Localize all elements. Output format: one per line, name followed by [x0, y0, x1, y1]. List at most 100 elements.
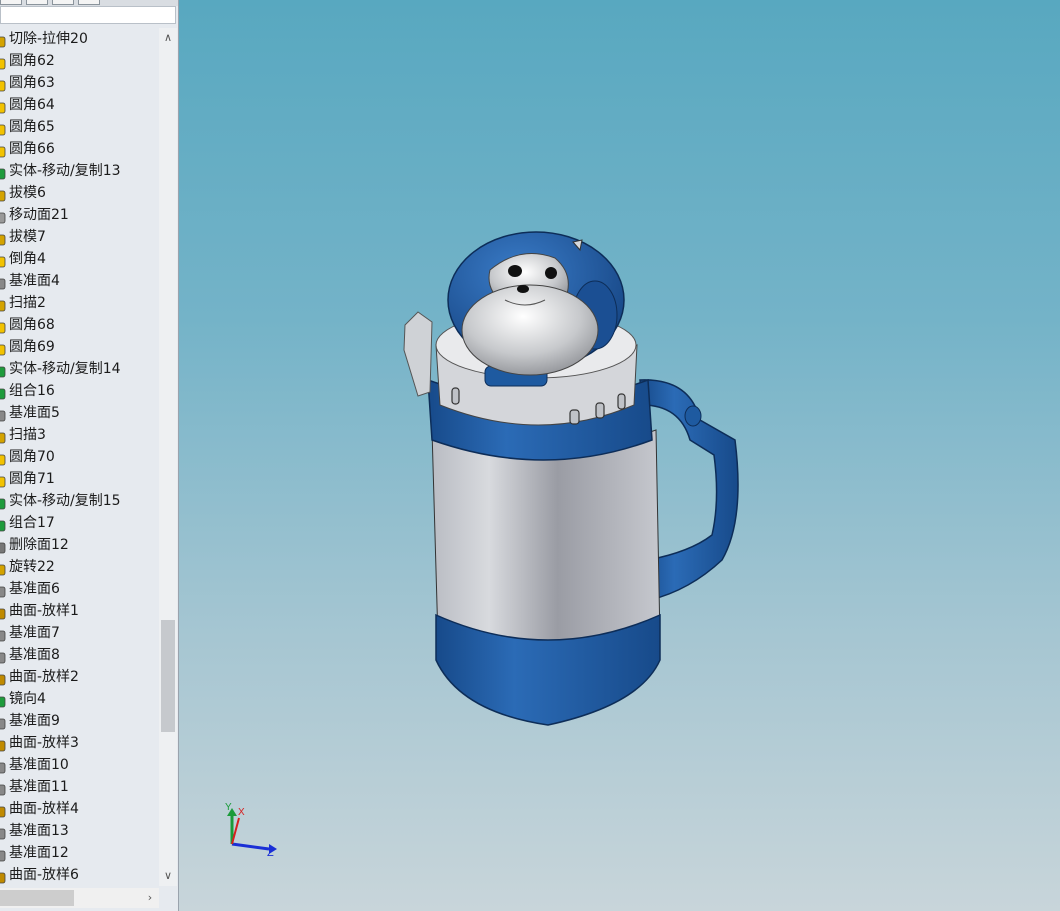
plane-icon — [0, 627, 6, 642]
tree-item[interactable]: 基准面5 — [0, 402, 159, 424]
tree-item[interactable]: 曲面-放样6 — [0, 864, 159, 886]
tree-item[interactable]: 圆角66 — [0, 138, 159, 160]
tree-item-label: 基准面13 — [9, 823, 69, 839]
tree-item[interactable]: 实体-移动/复制13 — [0, 160, 159, 182]
scroll-up-arrow[interactable]: ∧ — [159, 30, 177, 46]
plane-icon — [0, 407, 6, 422]
sweep-icon — [0, 429, 6, 444]
handle-knob — [684, 405, 702, 427]
plane-icon — [0, 583, 6, 598]
display-tab[interactable] — [78, 0, 100, 5]
tree-item[interactable]: 基准面13 — [0, 820, 159, 842]
tree-item-label: 曲面-放样2 — [9, 669, 79, 685]
tree-item[interactable]: 圆角62 — [0, 50, 159, 72]
monkey-eye-left — [508, 265, 522, 277]
graphics-viewport[interactable]: Y X Z — [179, 0, 1060, 911]
tree-item[interactable]: 基准面4 — [0, 270, 159, 292]
combine-icon — [0, 385, 6, 400]
tree-item-label: 拔模6 — [9, 185, 46, 201]
tree-item[interactable]: 实体-移动/复制14 — [0, 358, 159, 380]
tree-item[interactable]: 圆角69 — [0, 336, 159, 358]
tree-item[interactable]: 圆角68 — [0, 314, 159, 336]
tree-item[interactable]: 切除-拉伸20 — [0, 28, 159, 50]
surface-loft-icon — [0, 803, 6, 818]
fillet-icon — [0, 451, 6, 466]
tree-item-label: 圆角64 — [9, 97, 55, 113]
tree-item[interactable]: 实体-移动/复制15 — [0, 490, 159, 512]
tree-item[interactable]: 基准面8 — [0, 644, 159, 666]
tree-item[interactable]: 组合16 — [0, 380, 159, 402]
tree-filter-input[interactable] — [0, 6, 176, 24]
tree-item[interactable]: 镜向4 — [0, 688, 159, 710]
tree-item-label: 实体-移动/复制13 — [9, 163, 121, 179]
property-tab[interactable] — [26, 0, 48, 5]
tree-item[interactable]: 曲面-放样4 — [0, 798, 159, 820]
tree-item[interactable]: 移动面21 — [0, 204, 159, 226]
tree-item-label: 旋转22 — [9, 559, 55, 575]
tree-item[interactable]: 圆角65 — [0, 116, 159, 138]
horizontal-scrollbar[interactable]: › — [0, 888, 159, 908]
tree-item[interactable]: 基准面7 — [0, 622, 159, 644]
horizontal-scroll-thumb[interactable] — [0, 890, 74, 906]
plane-icon — [0, 715, 6, 730]
tree-item[interactable]: 基准面11 — [0, 776, 159, 798]
tree-item[interactable]: 曲面-放样1 — [0, 600, 159, 622]
feature-tree-tab[interactable] — [0, 0, 22, 5]
tree-item-label: 圆角63 — [9, 75, 55, 91]
tree-item-label: 扫描3 — [9, 427, 46, 443]
tree-item[interactable]: 基准面6 — [0, 578, 159, 600]
feature-manager-panel: 切除-拉伸20 圆角62 圆角63 圆角64 圆角65 圆角66 实体-移动/复制13 拔模6… — [0, 0, 179, 911]
tree-item-label: 实体-移动/复制15 — [9, 493, 121, 509]
tree-item-label: 移动面21 — [9, 207, 69, 223]
surface-loft-icon — [0, 737, 6, 752]
monkey-nose — [517, 285, 529, 293]
tree-item[interactable]: 拔模6 — [0, 182, 159, 204]
monkey-muzzle — [461, 284, 599, 376]
tree-item[interactable]: 扫描2 — [0, 292, 159, 314]
tree-item[interactable]: 圆角71 — [0, 468, 159, 490]
tree-item[interactable]: 倒角4 — [0, 248, 159, 270]
delete-face-icon — [0, 539, 6, 554]
tree-item[interactable]: 扫描3 — [0, 424, 159, 446]
tree-item-label: 曲面-放样6 — [9, 867, 79, 883]
fillet-icon — [0, 143, 6, 158]
config-tab[interactable] — [52, 0, 74, 5]
plane-icon — [0, 825, 6, 840]
tree-item-label: 基准面5 — [9, 405, 60, 421]
vertical-scroll-thumb[interactable] — [161, 620, 175, 732]
tree-item[interactable]: 圆角70 — [0, 446, 159, 468]
tree-item-label: 基准面6 — [9, 581, 60, 597]
tree-item-label: 镜向4 — [9, 691, 46, 707]
side-clip — [403, 311, 433, 397]
tree-item[interactable]: 基准面10 — [0, 754, 159, 776]
tree-item[interactable]: 组合17 — [0, 512, 159, 534]
tree-item[interactable]: 拔模7 — [0, 226, 159, 248]
tree-item[interactable]: 曲面-放样2 — [0, 666, 159, 688]
scroll-right-arrow[interactable]: › — [141, 890, 159, 906]
tree-item-label: 圆角66 — [9, 141, 55, 157]
thermos-model — [403, 231, 739, 726]
tree-item[interactable]: 圆角63 — [0, 72, 159, 94]
tree-item[interactable]: 曲面-放样3 — [0, 732, 159, 754]
tree-item-label: 基准面7 — [9, 625, 60, 641]
tree-item[interactable]: 删除面12 — [0, 534, 159, 556]
chamfer-icon — [0, 253, 6, 268]
tree-item-label: 圆角65 — [9, 119, 55, 135]
tree-item-label: 曲面-放样4 — [9, 801, 79, 817]
fillet-icon — [0, 121, 6, 136]
tree-item-label: 基准面4 — [9, 273, 60, 289]
draft-icon — [0, 231, 6, 246]
move-copy-body-icon — [0, 165, 6, 180]
tree-item-label: 基准面10 — [9, 757, 69, 773]
tree-item[interactable]: 基准面9 — [0, 710, 159, 732]
vertical-scrollbar[interactable]: ∧ ∨ — [159, 28, 177, 886]
feature-tree: 切除-拉伸20 圆角62 圆角63 圆角64 圆角65 圆角66 实体-移动/复制13 拔模6… — [0, 28, 159, 886]
scroll-down-arrow[interactable]: ∨ — [159, 868, 177, 884]
sweep-icon — [0, 297, 6, 312]
x-axis-label: X — [238, 807, 245, 818]
tree-item[interactable]: 旋转22 — [0, 556, 159, 578]
fillet-icon — [0, 77, 6, 92]
tree-item[interactable]: 圆角64 — [0, 94, 159, 116]
tree-item[interactable]: 基准面12 — [0, 842, 159, 864]
combine-icon — [0, 517, 6, 532]
